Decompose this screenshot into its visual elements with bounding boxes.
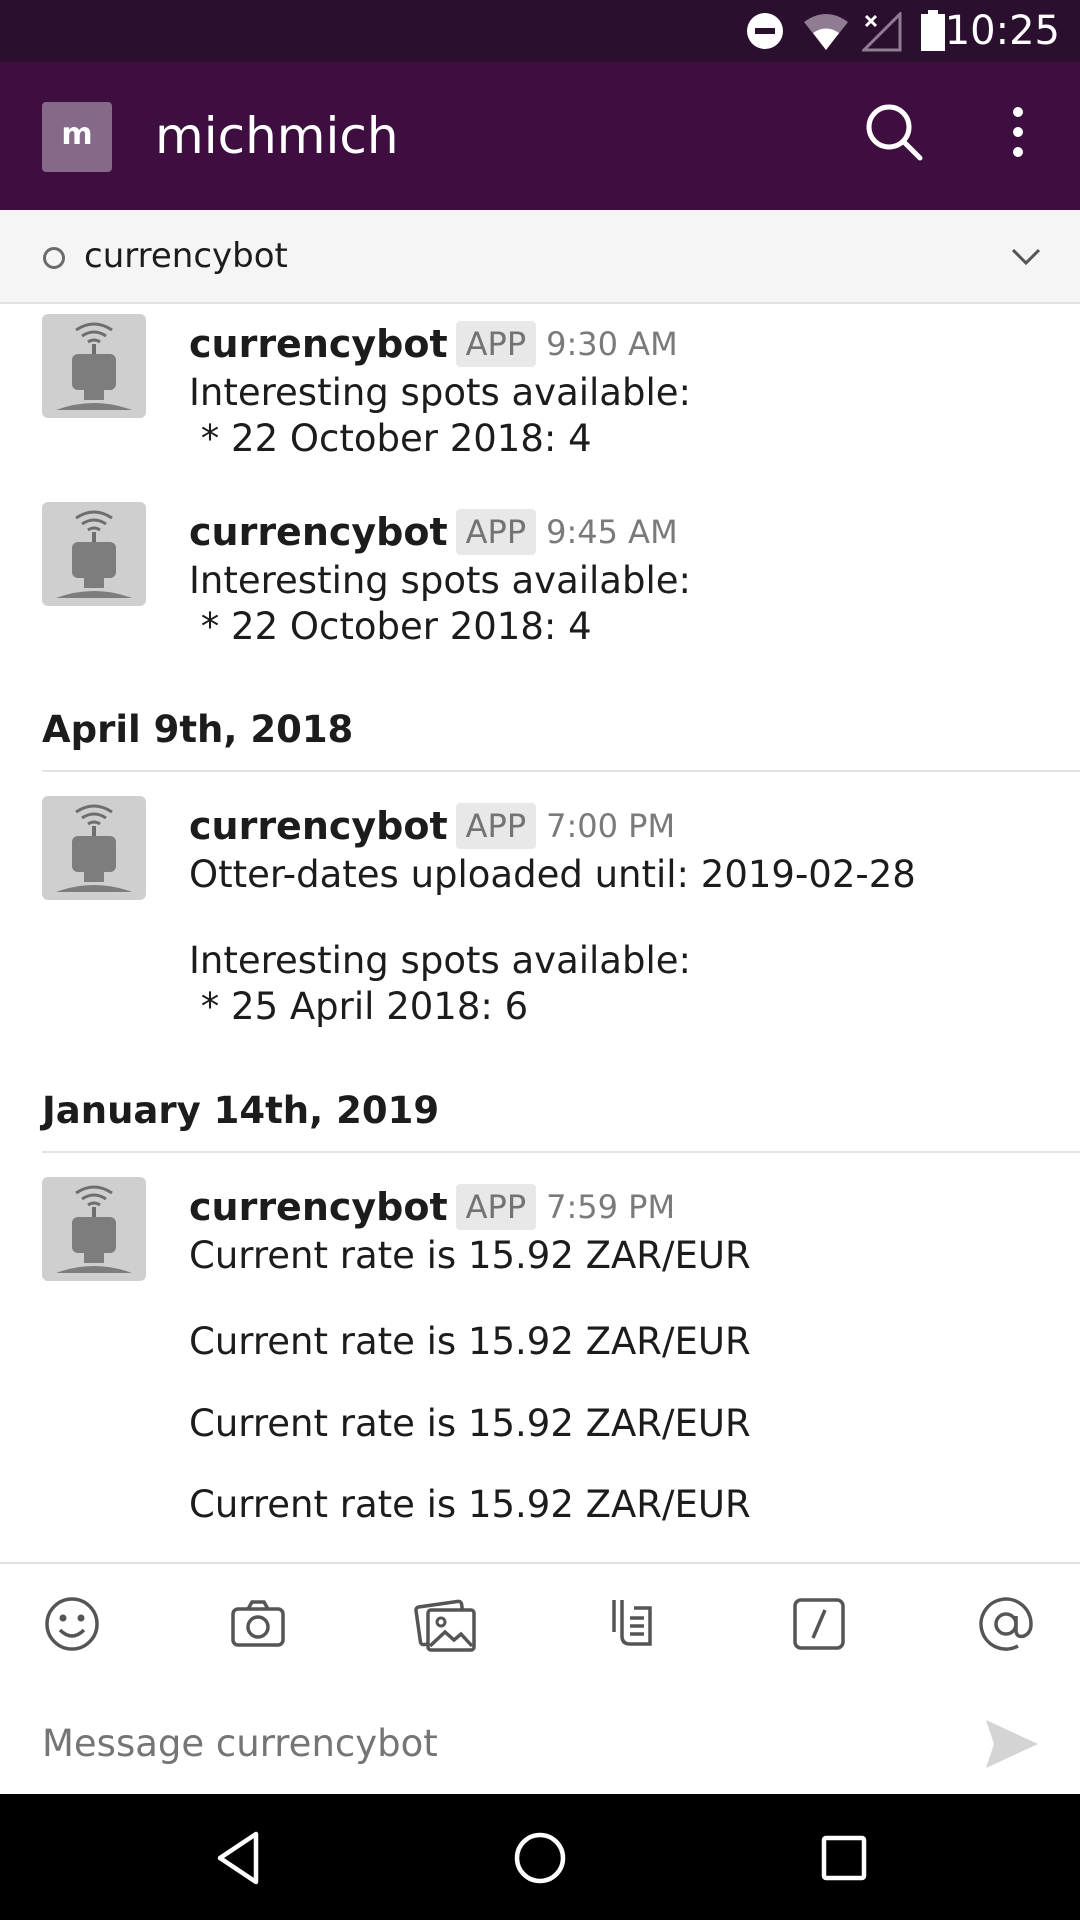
- chevron-down-icon[interactable]: [1010, 240, 1042, 272]
- bot-avatar[interactable]: [42, 502, 146, 606]
- app-badge: APP: [455, 321, 537, 367]
- image-icon[interactable]: [414, 1592, 478, 1656]
- app-header: m michmich: [0, 62, 1080, 210]
- status-time: 10:25: [944, 8, 1060, 54]
- signal-icon: [862, 12, 902, 52]
- send-icon[interactable]: [982, 1714, 1042, 1774]
- home-icon[interactable]: [510, 1828, 570, 1888]
- recents-icon[interactable]: [814, 1828, 874, 1888]
- message-text: Interesting spots available:: [189, 371, 691, 414]
- day-divider: January 14th, 2019: [0, 1087, 1080, 1157]
- message: currencybot APP 9:30 AM Interesting spots …: [0, 314, 1080, 464]
- sender-name[interactable]: currencybot: [189, 804, 448, 848]
- file-icon[interactable]: [600, 1592, 664, 1656]
- message: currencybot APP 7:59 PM Current rate is 15…: [0, 1177, 1080, 1537]
- message-time: 9:45 AM: [546, 513, 678, 551]
- message-time: 7:00 PM: [546, 807, 676, 845]
- status-bar: 10:25: [0, 0, 1080, 62]
- more-options-icon[interactable]: [1000, 102, 1036, 162]
- message-time: 9:30 AM: [546, 325, 678, 363]
- message: currencybot APP 7:00 PM Otter-dates upload…: [0, 796, 1080, 1036]
- message-text: Current rate is 15.92 ZAR/EUR: [189, 1483, 751, 1526]
- message-composer: [0, 1562, 1080, 1796]
- message-text: Current rate is 15.92 ZAR/EUR: [189, 1234, 751, 1277]
- divider-line: [42, 1151, 1080, 1153]
- app-badge: APP: [455, 803, 537, 849]
- day-label: April 9th, 2018: [42, 708, 354, 751]
- message-text: Interesting spots available:: [189, 939, 691, 982]
- message-header: currencybot APP 7:00 PM: [189, 802, 675, 850]
- app-badge: APP: [455, 509, 537, 555]
- search-icon[interactable]: [864, 102, 924, 162]
- message-text: Current rate is 15.92 ZAR/EUR: [189, 1320, 751, 1363]
- do-not-disturb-icon: [747, 13, 783, 49]
- back-icon[interactable]: [210, 1828, 270, 1888]
- message: currencybot APP 9:45 AM Interesting spots …: [0, 502, 1080, 652]
- message-header: currencybot APP 9:45 AM: [189, 508, 678, 556]
- battery-icon: [921, 10, 945, 51]
- message-text: Otter-dates uploaded until: 2019-02-28: [189, 853, 916, 896]
- presence-icon: [43, 247, 65, 269]
- message-text: * 22 October 2018: 4: [189, 417, 592, 460]
- message-input[interactable]: [42, 1714, 942, 1774]
- robot-icon: [56, 322, 132, 410]
- navigation-bar: [0, 1794, 1080, 1920]
- app-badge: APP: [455, 1184, 537, 1230]
- message-text: * 25 April 2018: 6: [189, 985, 529, 1028]
- day-divider: April 9th, 2018: [0, 706, 1080, 776]
- bot-avatar[interactable]: [42, 796, 146, 900]
- channel-name[interactable]: currencybot: [84, 234, 288, 278]
- bot-avatar[interactable]: [42, 314, 146, 418]
- wifi-icon: [804, 14, 848, 50]
- sender-name[interactable]: currencybot: [189, 322, 448, 366]
- camera-icon[interactable]: [226, 1592, 290, 1656]
- message-time: 7:59 PM: [546, 1188, 676, 1226]
- message-text: Interesting spots available:: [189, 559, 691, 602]
- divider-line: [42, 770, 1080, 772]
- message-text: Current rate is 15.92 ZAR/EUR: [189, 1402, 751, 1445]
- workspace-avatar[interactable]: m: [42, 102, 112, 172]
- robot-icon: [56, 804, 132, 892]
- channel-header[interactable]: currencybot: [0, 210, 1080, 304]
- mention-icon[interactable]: [974, 1592, 1038, 1656]
- day-label: January 14th, 2019: [42, 1089, 440, 1132]
- message-header: currencybot APP 9:30 AM: [189, 320, 678, 368]
- message-header: currencybot APP 7:59 PM: [189, 1183, 675, 1231]
- robot-icon: [56, 510, 132, 598]
- workspace-name[interactable]: michmich: [155, 106, 399, 166]
- message-list[interactable]: currencybot APP 9:30 AM Interesting spots …: [0, 304, 1080, 1562]
- emoji-icon[interactable]: [40, 1592, 104, 1656]
- bot-avatar[interactable]: [42, 1177, 146, 1281]
- robot-icon: [56, 1185, 132, 1273]
- sender-name[interactable]: currencybot: [189, 1185, 448, 1229]
- slash-command-icon[interactable]: [787, 1592, 851, 1656]
- message-text: * 22 October 2018: 4: [189, 605, 592, 648]
- sender-name[interactable]: currencybot: [189, 510, 448, 554]
